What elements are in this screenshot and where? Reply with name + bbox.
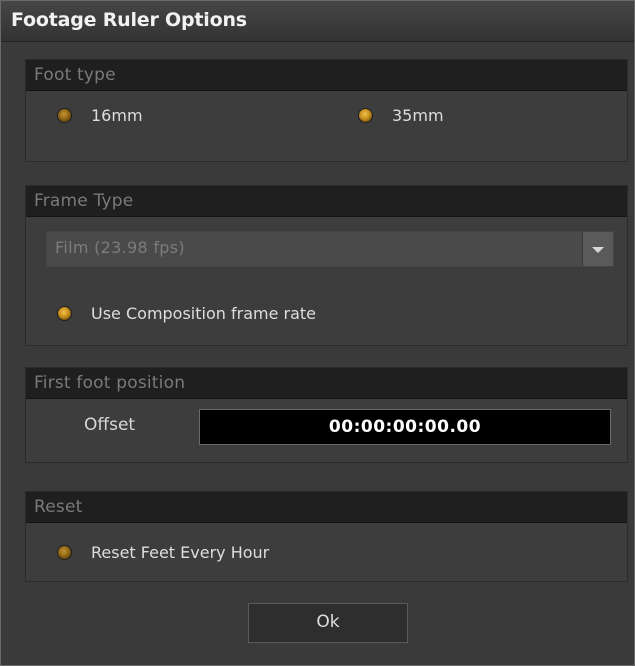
ok-button[interactable]: Ok: [248, 603, 408, 643]
radio-35mm-indicator-icon[interactable]: [359, 109, 372, 122]
first-foot-position-group: First foot position Offset 00:00:00:00.0…: [25, 367, 628, 463]
chevron-down-icon: [592, 247, 604, 253]
foot-type-header: Foot type: [26, 60, 627, 91]
frame-type-header: Frame Type: [26, 186, 627, 217]
dialog-title: Footage Ruler Options: [11, 9, 247, 31]
offset-timecode-field[interactable]: 00:00:00:00.00: [199, 409, 611, 445]
foot-type-header-label: Foot type: [34, 65, 116, 85]
first-foot-header: First foot position: [26, 368, 627, 399]
title-bar: Footage Ruler Options: [1, 1, 634, 42]
radio-16mm[interactable]: 16mm: [58, 106, 143, 125]
first-foot-header-label: First foot position: [34, 373, 186, 393]
dialog-body: Foot type 16mm 35mm Frame Type Film (23.…: [1, 42, 634, 665]
use-composition-indicator-icon[interactable]: [58, 307, 71, 320]
reset-header: Reset: [26, 492, 627, 523]
reset-feet-indicator-icon[interactable]: [58, 546, 71, 559]
offset-label: Offset: [84, 415, 136, 435]
radio-35mm[interactable]: 35mm: [359, 106, 444, 125]
radio-35mm-label: 35mm: [392, 106, 444, 125]
use-composition-frame-rate-option[interactable]: Use Composition frame rate: [58, 304, 316, 323]
reset-feet-every-hour-option[interactable]: Reset Feet Every Hour: [58, 543, 269, 562]
radio-16mm-label: 16mm: [91, 106, 143, 125]
frame-rate-dropdown[interactable]: Film (23.98 fps): [46, 231, 614, 267]
reset-feet-label: Reset Feet Every Hour: [91, 543, 270, 562]
dropdown-button[interactable]: [582, 232, 613, 266]
frame-type-group: Frame Type Film (23.98 fps) Use Composit…: [25, 185, 628, 346]
footage-ruler-options-dialog: Footage Ruler Options Foot type 16mm 35m…: [0, 0, 635, 666]
frame-rate-dropdown-value: Film (23.98 fps): [55, 238, 185, 257]
foot-type-group: Foot type 16mm 35mm: [25, 59, 628, 162]
frame-type-header-label: Frame Type: [34, 191, 134, 211]
reset-header-label: Reset: [34, 497, 83, 517]
radio-16mm-indicator-icon[interactable]: [58, 109, 71, 122]
use-composition-label: Use Composition frame rate: [91, 304, 317, 323]
reset-group: Reset Reset Feet Every Hour: [25, 491, 628, 582]
